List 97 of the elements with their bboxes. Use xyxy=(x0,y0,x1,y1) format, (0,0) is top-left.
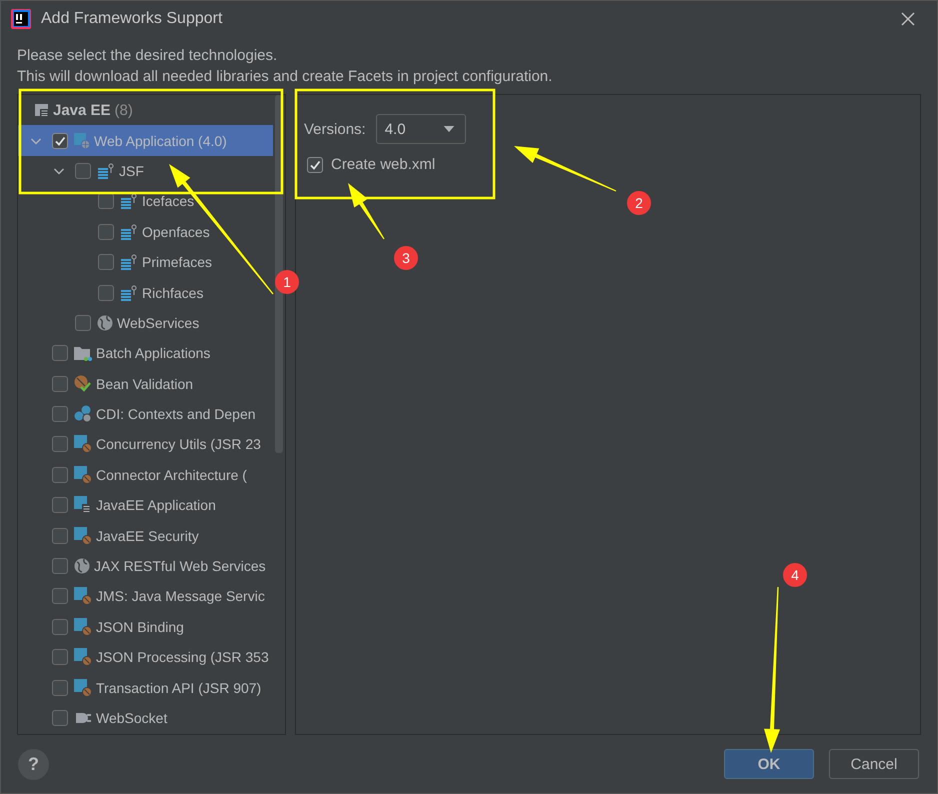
tree-item[interactable]: WebServices xyxy=(18,308,273,338)
framework-label: Transaction API (JSR 907) xyxy=(96,680,262,696)
checkbox[interactable] xyxy=(52,376,68,392)
framework-label: Batch Applications xyxy=(96,345,210,362)
globe-icon xyxy=(97,314,113,331)
framework-label: Concurrency Utils (JSR 23 xyxy=(96,436,261,452)
checkbox[interactable] xyxy=(52,497,68,514)
stack-antenna-icon xyxy=(120,284,138,302)
cancel-button[interactable]: Cancel xyxy=(829,749,919,779)
stack-antenna-icon xyxy=(120,253,138,272)
tree-item[interactable]: Primefaces xyxy=(18,246,273,278)
module-bean-icon xyxy=(74,618,92,636)
group-label: Java EE xyxy=(53,102,111,119)
framework-label: WebServices xyxy=(117,314,200,331)
tree-item[interactable]: JSF xyxy=(18,156,273,186)
checkbox[interactable] xyxy=(52,588,68,604)
framework-label: JavaEE Security xyxy=(96,528,199,544)
tree-item[interactable]: Transaction API (JSR 907) xyxy=(18,672,273,703)
annotation-number-badge: 3 xyxy=(394,246,418,270)
checkbox[interactable] xyxy=(98,254,114,270)
module-bean-icon xyxy=(74,587,92,606)
checkbox[interactable] xyxy=(52,618,68,635)
tree-item[interactable]: JMS: Java Message Servic xyxy=(18,581,273,612)
tree-item[interactable]: Richfaces xyxy=(18,277,273,308)
instruction-text: Please select the desired technologies. xyxy=(17,46,278,66)
tree-item[interactable]: Connector Architecture ( xyxy=(18,460,273,490)
tree-item[interactable]: Concurrency Utils (JSR 23 xyxy=(18,429,273,460)
tree-item[interactable]: JAX RESTful Web Services xyxy=(18,550,273,582)
globe-icon xyxy=(74,558,90,574)
checkbox[interactable] xyxy=(52,132,68,149)
checkbox[interactable] xyxy=(98,284,114,301)
framework-label: JavaEE Application xyxy=(96,497,216,514)
framework-label: Primefaces xyxy=(142,254,212,270)
framework-label: Web Application (4.0) xyxy=(94,132,227,149)
annotation-number-badge: 2 xyxy=(627,191,651,215)
module-bean-icon xyxy=(74,466,92,484)
checkbox[interactable] xyxy=(52,406,68,422)
group-count: (8) xyxy=(114,102,133,119)
checkbox[interactable] xyxy=(52,528,68,544)
module-group-icon xyxy=(34,102,50,118)
annotation-arrow xyxy=(348,183,384,240)
checkbox[interactable] xyxy=(52,680,68,696)
framework-label: JSON Binding xyxy=(96,618,184,635)
checkbox[interactable] xyxy=(52,710,68,726)
module-bean-icon xyxy=(74,678,92,697)
checkbox[interactable] xyxy=(98,224,114,240)
checkbox[interactable] xyxy=(307,156,323,172)
tree-item[interactable]: Openfaces xyxy=(18,216,273,247)
stack-antenna-icon xyxy=(120,222,138,241)
framework-label: Connector Architecture ( xyxy=(96,466,247,483)
module-bean-icon xyxy=(74,526,92,545)
stack-antenna-icon xyxy=(120,192,138,210)
module-bean-icon xyxy=(74,648,92,666)
folder-icon xyxy=(74,345,92,362)
framework-label: Richfaces xyxy=(142,284,204,301)
framework-label: Icefaces xyxy=(142,193,194,210)
checkbox[interactable] xyxy=(75,314,91,331)
bean-check-icon xyxy=(74,374,92,393)
framework-label: CDI: Contexts and Depen xyxy=(96,406,256,422)
instruction-text: This will download all needed libraries and create Facets in project configuration. xyxy=(17,67,554,87)
tree-item[interactable]: Icefaces xyxy=(18,186,273,217)
versions-label: Versions: xyxy=(304,120,366,138)
stack-antenna-icon xyxy=(97,162,115,180)
framework-label: JSF xyxy=(119,162,144,179)
framework-label: JMS: Java Message Servic xyxy=(96,588,265,604)
create-web-xml-label: Create web.xml xyxy=(331,156,436,173)
checkbox[interactable] xyxy=(52,345,68,362)
ok-button[interactable]: OK xyxy=(724,749,814,779)
framework-label: Bean Validation xyxy=(96,376,194,392)
close-icon[interactable] xyxy=(901,12,915,26)
tree-item[interactable]: JSON Processing (JSR 353 xyxy=(18,642,273,672)
tree-item[interactable]: JavaEE Application xyxy=(18,490,273,520)
annotation-number-badge: 4 xyxy=(783,563,807,587)
tree-item[interactable]: Bean Validation xyxy=(18,368,273,399)
tree-item[interactable]: JavaEE Security xyxy=(18,520,273,551)
checkbox[interactable] xyxy=(75,162,91,179)
help-button[interactable]: ? xyxy=(18,748,49,780)
framework-label: JAX RESTful Web Services xyxy=(94,558,266,574)
checkbox[interactable] xyxy=(52,558,68,574)
framework-label: Openfaces xyxy=(142,224,210,240)
app-logo-icon xyxy=(11,9,31,29)
checkbox[interactable] xyxy=(52,466,68,483)
tree-item[interactable]: CDI: Contexts and Depen xyxy=(18,398,273,430)
web-module-icon xyxy=(74,132,90,149)
caret-down-icon xyxy=(442,126,455,132)
framework-label: WebSocket xyxy=(96,710,168,726)
module-ee-icon xyxy=(74,496,92,514)
window-title: Add Frameworks Support xyxy=(41,10,224,28)
tree-item[interactable]: Batch Applications xyxy=(18,338,273,369)
beans-icon xyxy=(74,405,92,424)
checkbox[interactable] xyxy=(52,436,68,452)
framework-label: JSON Processing (JSR 353 xyxy=(96,649,269,666)
checkbox[interactable] xyxy=(52,649,68,666)
tree-item[interactable]: JSON Binding xyxy=(18,612,273,642)
module-bean-icon xyxy=(74,435,92,454)
version-dropdown[interactable]: 4.0 xyxy=(376,114,466,144)
tree-item[interactable]: WebSocket xyxy=(18,702,273,734)
